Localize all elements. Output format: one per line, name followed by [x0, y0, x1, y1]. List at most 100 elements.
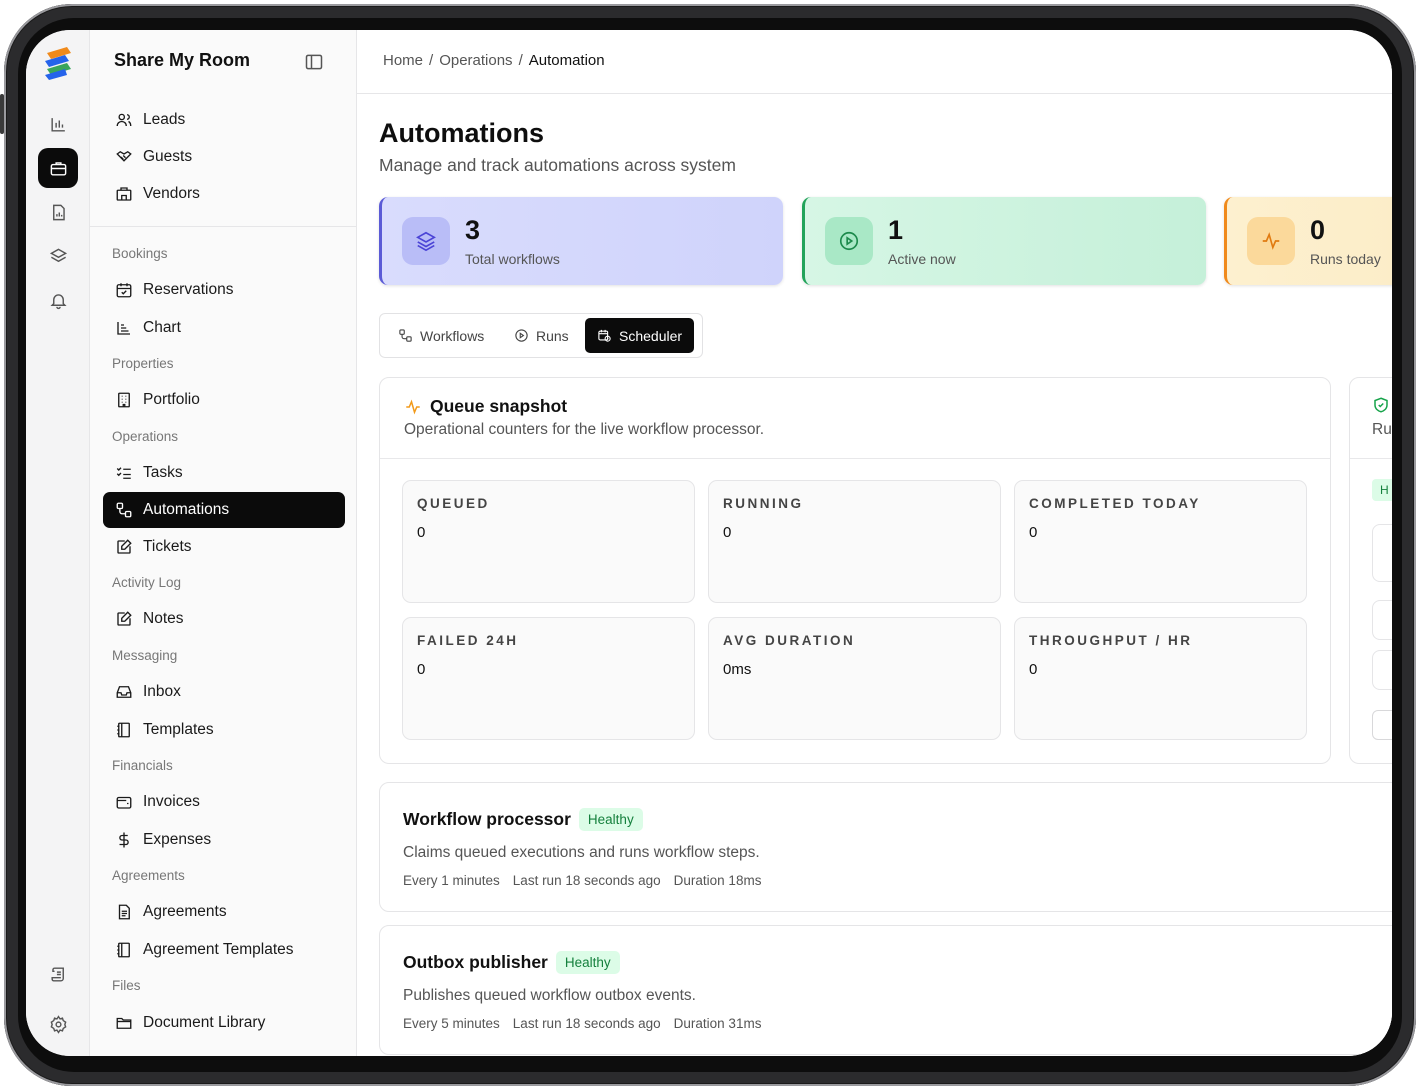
rail-operations-button[interactable] — [38, 148, 78, 188]
sidebar-item-tasks[interactable]: Tasks — [103, 455, 345, 491]
panel-title-fragment: Ru — [1372, 421, 1392, 438]
sidebar-item-label: Reservations — [143, 281, 234, 298]
group-label-operations: Operations — [112, 429, 179, 444]
stat-card-active-now: 1 Active now — [802, 197, 1206, 285]
rail-logs-button[interactable] — [38, 954, 78, 994]
sidebar-divider — [90, 226, 356, 227]
status-badge: Healthy — [578, 808, 643, 831]
group-label-files: Files — [112, 978, 141, 993]
sidebar-item-automations[interactable]: Automations — [103, 492, 345, 528]
report-icon — [52, 204, 65, 220]
sidebar-item-document-library[interactable]: Document Library — [103, 1005, 345, 1041]
rail-layers-button[interactable] — [38, 236, 78, 276]
workflow-icon — [116, 502, 132, 518]
inbox-icon — [116, 686, 132, 698]
group-label-messaging: Messaging — [112, 648, 178, 663]
metric-value: 0ms — [723, 661, 752, 678]
sidebar-item-label: Notes — [143, 610, 184, 627]
job-meta: Every 1 minutes Last run 18 seconds ago … — [403, 873, 761, 888]
metric-label: AVG DURATION — [723, 633, 856, 648]
tab-scheduler[interactable]: Scheduler — [585, 318, 695, 353]
refresh-button[interactable] — [1372, 710, 1392, 740]
stat-card-total-workflows: 3 Total workflows — [379, 197, 783, 285]
page-subtitle: Manage and track automations across syst… — [379, 155, 736, 175]
metric-label: FAILED 24H — [417, 633, 519, 648]
screen: Share My Room Leads Guests Vendors Booki… — [26, 30, 1392, 1056]
tab-label: Scheduler — [619, 327, 683, 344]
document-icon — [118, 904, 130, 920]
metric-completed-today: COMPLETED TODAY 0 — [1014, 480, 1307, 603]
rail-analytics-button[interactable] — [38, 104, 78, 144]
job-last-run: Last run 18 seconds ago — [512, 1016, 661, 1031]
sidebar-item-expenses[interactable]: Expenses — [103, 822, 345, 858]
activity-icon — [1262, 232, 1280, 250]
play-circle-icon — [515, 329, 528, 342]
job-duration: Duration 31ms — [673, 1016, 762, 1031]
breadcrumb-operations[interactable]: Operations — [439, 52, 512, 69]
folder-icon — [116, 1017, 132, 1029]
sidebar-toggle-icon[interactable] — [304, 52, 324, 72]
rail-reports-button[interactable] — [38, 192, 78, 232]
sidebar-item-guests[interactable]: Guests — [103, 139, 345, 175]
shield-check-icon — [1374, 397, 1388, 413]
stat-icon — [402, 217, 450, 265]
sidebar-item-vendors[interactable]: Vendors — [103, 176, 345, 212]
play-circle-icon — [839, 231, 859, 251]
job-description: Claims queued executions and runs workfl… — [403, 844, 760, 861]
layers-icon — [416, 231, 436, 252]
metric-value: 0 — [1029, 524, 1038, 541]
briefcase-icon — [50, 161, 66, 176]
settings-icon — [50, 1014, 66, 1034]
app-logo-icon[interactable] — [39, 44, 77, 82]
layers-icon — [49, 248, 67, 262]
activity-icon — [406, 399, 420, 414]
sidebar-item-label: Invoices — [143, 793, 200, 810]
job-name: Workflow processor — [403, 809, 571, 829]
job-interval: Every 1 minutes — [403, 873, 500, 888]
job-interval: Every 5 minutes — [403, 1016, 500, 1031]
sidebar-item-label: Expenses — [143, 831, 212, 848]
rail-settings-button[interactable] — [38, 1004, 78, 1044]
workflow-icon — [399, 329, 412, 342]
view-tabs: Workflows Runs Scheduler — [379, 313, 703, 358]
stat-label: Total workflows — [465, 251, 560, 267]
panel-row — [1372, 650, 1392, 690]
stat-label: Runs today — [1310, 251, 1381, 267]
sidebar-item-reservations[interactable]: Reservations — [103, 272, 345, 308]
stat-value: 3 — [465, 215, 481, 245]
sidebar-item-templates[interactable]: Templates — [103, 712, 345, 748]
tab-label: Runs — [536, 327, 569, 344]
sidebar-item-inbox[interactable]: Inbox — [103, 674, 345, 710]
breadcrumb-home[interactable]: Home — [383, 52, 423, 69]
sidebar-item-agreements[interactable]: Agreements — [103, 894, 345, 930]
store-icon — [116, 187, 132, 201]
sidebar-item-chart[interactable]: Chart — [103, 310, 345, 346]
dollar-icon — [119, 832, 129, 848]
ticket-edit-icon — [117, 539, 132, 554]
sidebar-item-leads[interactable]: Leads — [103, 102, 345, 138]
tab-label: Workflows — [420, 327, 485, 344]
icon-rail — [26, 30, 90, 1056]
stat-label: Active now — [888, 251, 956, 267]
sidebar-item-label: Automations — [143, 501, 230, 518]
calendar-check-icon — [116, 283, 132, 298]
sidebar-item-portfolio[interactable]: Portfolio — [103, 382, 345, 418]
sidebar-item-label: Vendors — [143, 185, 200, 202]
sidebar-item-tickets[interactable]: Tickets — [103, 529, 345, 565]
rail-notifications-button[interactable] — [38, 280, 78, 320]
sidebar-item-agreement-templates[interactable]: Agreement Templates — [103, 932, 345, 968]
metric-label: QUEUED — [417, 496, 490, 511]
users-icon — [116, 113, 132, 127]
tab-workflows[interactable]: Workflows — [386, 318, 496, 353]
stat-value: 0 — [1310, 215, 1326, 245]
metric-label: RUNNING — [723, 496, 804, 511]
sidebar-item-invoices[interactable]: Invoices — [103, 784, 345, 820]
sidebar-item-label: Agreement Templates — [143, 941, 294, 958]
queue-snapshot-subtitle: Operational counters for the live workfl… — [404, 421, 765, 438]
sidebar-item-notes[interactable]: Notes — [103, 601, 345, 637]
sidebar-item-label: Tasks — [143, 464, 183, 481]
tab-runs[interactable]: Runs — [502, 318, 581, 353]
breadcrumb-separator: / — [429, 52, 434, 69]
job-meta: Every 5 minutes Last run 18 seconds ago … — [403, 1016, 761, 1031]
stat-card-runs-today: 0 Runs today — [1224, 197, 1392, 285]
